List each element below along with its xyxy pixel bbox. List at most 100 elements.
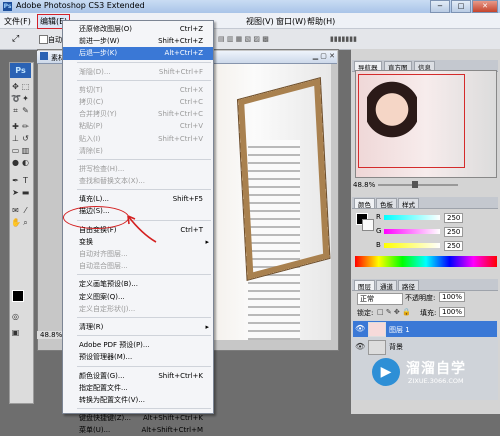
auto-select-checkbox[interactable] [39, 35, 48, 44]
eraser-icon[interactable]: ▭ [11, 146, 20, 155]
color-b-value[interactable]: 250 [444, 241, 464, 251]
background-layer-name[interactable]: 背景 [389, 342, 403, 352]
edit-menu-item[interactable]: 粘贴(P) Ctrl+V [63, 120, 213, 132]
edit-menu-item[interactable]: 渐隐(D)... Shift+Ctrl+F [63, 66, 213, 78]
menu-item-label: 清除(E) [79, 146, 103, 155]
lock-icons[interactable]: □ ✎ ✥ 🔒 [377, 308, 411, 316]
edit-menu-item[interactable]: 拼写检查(H)... [63, 163, 213, 175]
color-g-value[interactable]: 250 [444, 227, 464, 237]
edit-menu-item[interactable]: Adobe PDF 预设(P)... [63, 339, 213, 351]
edit-menu-item[interactable]: 自动对齐图层... [63, 248, 213, 260]
quick-mask-icon[interactable]: ◎ [11, 312, 20, 321]
tab-layers[interactable]: 图层 [354, 280, 375, 291]
edit-menu-item[interactable]: 清理(R) [63, 321, 213, 333]
layer-name[interactable]: 图层 1 [389, 325, 410, 335]
edit-menu-item[interactable]: 清除(E) [63, 145, 213, 157]
brush-icon[interactable]: ✏ [21, 122, 30, 131]
edit-menu-item[interactable]: 定义自定形状(J)... [63, 303, 213, 315]
navigator-zoom[interactable]: 48.8% [353, 181, 375, 189]
edit-menu-item[interactable]: 剪切(T) Ctrl+X [63, 84, 213, 96]
slice-icon[interactable]: ✎ [21, 106, 30, 115]
menu-item-label: 拷贝(C) [79, 97, 104, 106]
magic-wand-icon[interactable]: ✦ [21, 94, 30, 103]
minimize-button[interactable]: − [430, 0, 450, 13]
menu-item-label: 自动对齐图层... [79, 250, 128, 258]
edit-menu-item[interactable]: 预设管理器(M)... [63, 351, 213, 363]
menu-help[interactable]: 帮助(H) [307, 16, 335, 27]
dodge-icon[interactable]: ◐ [21, 158, 30, 167]
marquee-icon[interactable]: ⬚ [21, 82, 30, 91]
color-spectrum-bar[interactable] [355, 256, 497, 267]
notes-icon[interactable]: ✉ [11, 206, 20, 215]
navigator-view-box[interactable] [358, 74, 465, 168]
color-r-label: R [376, 213, 381, 221]
color-r-slider[interactable] [384, 215, 440, 220]
edit-menu-item[interactable]: 定义图案(Q)... [63, 291, 213, 303]
edit-menu-item[interactable]: 指定配置文件... [63, 382, 213, 394]
distribute-icons[interactable]: ▮▮▮▮▮▮▮ [330, 35, 357, 43]
edit-menu-item[interactable]: 菜单(U)... Alt+Shift+Ctrl+M [63, 424, 213, 436]
edit-menu-item[interactable]: 转换为配置文件(V)... [63, 394, 213, 406]
gradient-icon[interactable]: ▥ [21, 146, 30, 155]
foreground-color-swatch[interactable] [12, 290, 24, 302]
watermark-url: ZIXUE.3066.COM [408, 377, 464, 385]
edit-menu-item[interactable]: 合并拷贝(Y) Shift+Ctrl+C [63, 108, 213, 120]
shape-icon[interactable]: ▬ [21, 188, 30, 197]
opacity-label: 不透明度: [405, 294, 436, 302]
tab-channels[interactable]: 通道 [376, 280, 397, 291]
color-g-slider[interactable] [384, 229, 440, 234]
tab-color[interactable]: 颜色 [354, 198, 375, 209]
menu-item-label: 自动混合图层... [79, 262, 128, 271]
color-r-value[interactable]: 250 [444, 213, 464, 223]
type-icon[interactable]: T [21, 176, 30, 185]
blend-mode-select[interactable]: 正常 [357, 293, 403, 305]
document-controls[interactable]: ▁ ▢ ✕ [313, 52, 335, 60]
edit-menu-item[interactable]: 贴入(I) Shift+Ctrl+V [63, 133, 213, 145]
fill-input[interactable]: 100% [439, 307, 466, 317]
edit-menu-item[interactable]: 查找和替换文本(X)... [63, 175, 213, 187]
tab-styles[interactable]: 样式 [398, 198, 419, 209]
navigator-slider[interactable] [378, 184, 458, 186]
healing-icon[interactable]: ✚ [11, 122, 20, 131]
zoom-icon[interactable]: ⌕ [21, 218, 30, 227]
menu-view[interactable]: 视图(V) [246, 16, 274, 27]
history-brush-icon[interactable]: ↺ [21, 134, 30, 143]
lasso-icon[interactable]: ➰ [11, 94, 21, 103]
crop-icon[interactable]: ⌗ [11, 106, 20, 115]
edit-menu-item[interactable]: 自动混合图层... [63, 260, 213, 272]
blur-icon[interactable]: ● [11, 158, 20, 167]
hand-icon[interactable]: ✋ [11, 218, 21, 227]
tab-paths[interactable]: 路径 [398, 280, 419, 291]
menu-item-label: 渐隐(D)... [79, 67, 111, 76]
opacity-input[interactable]: 100% [439, 292, 466, 302]
menu-file[interactable]: 文件(F) [4, 16, 31, 27]
edit-menu-item[interactable]: 拷贝(C) Ctrl+C [63, 96, 213, 108]
navigator-slider-knob[interactable] [412, 181, 418, 188]
menu-window[interactable]: 窗口(W) [276, 16, 306, 27]
pen-icon[interactable]: ✒ [11, 176, 20, 185]
visibility-eye-icon-2[interactable]: 👁 [355, 342, 365, 351]
edit-menu-item[interactable]: 后退一步(K) Alt+Ctrl+Z [63, 47, 213, 60]
align-icons[interactable]: ▤ ▥ ▦ ▧ ▨ ▩ [218, 35, 269, 43]
tab-swatches[interactable]: 色板 [376, 198, 397, 209]
edit-menu-item[interactable]: 还原修改图层(O) Ctrl+Z [63, 23, 213, 35]
screen-mode-icon[interactable]: ▣ [11, 328, 20, 337]
color-bg-swatch[interactable] [362, 219, 374, 231]
edit-menu-item[interactable]: 颜色设置(G)... Shift+Ctrl+K [63, 370, 213, 382]
maximize-button[interactable]: □ [451, 0, 471, 13]
color-b-slider[interactable] [384, 243, 440, 248]
move-tool-icon[interactable]: ⤢ [12, 34, 19, 44]
path-select-icon[interactable]: ➤ [11, 188, 20, 197]
watermark-name: 溜溜自学 [406, 361, 466, 377]
menu-item-shortcut: Ctrl+X [179, 85, 203, 94]
menu-item-label: 键盘快捷键(Z)... [79, 414, 131, 423]
visibility-eye-icon[interactable]: 👁 [355, 324, 365, 333]
move-icon[interactable]: ✥ [11, 82, 20, 91]
close-button[interactable]: ✕ [472, 0, 498, 13]
edit-menu-item[interactable]: 填充(L)... Shift+F5 [63, 193, 213, 205]
document-zoom[interactable]: 48.8% [37, 331, 66, 339]
stamp-icon[interactable]: ⊥ [11, 134, 20, 143]
eyedropper-icon[interactable]: ⁄ [21, 206, 30, 215]
edit-menu-item[interactable]: 前进一步(W) Shift+Ctrl+Z [63, 35, 213, 47]
edit-menu-item[interactable]: 定义画笔预设(B)... [63, 278, 213, 290]
